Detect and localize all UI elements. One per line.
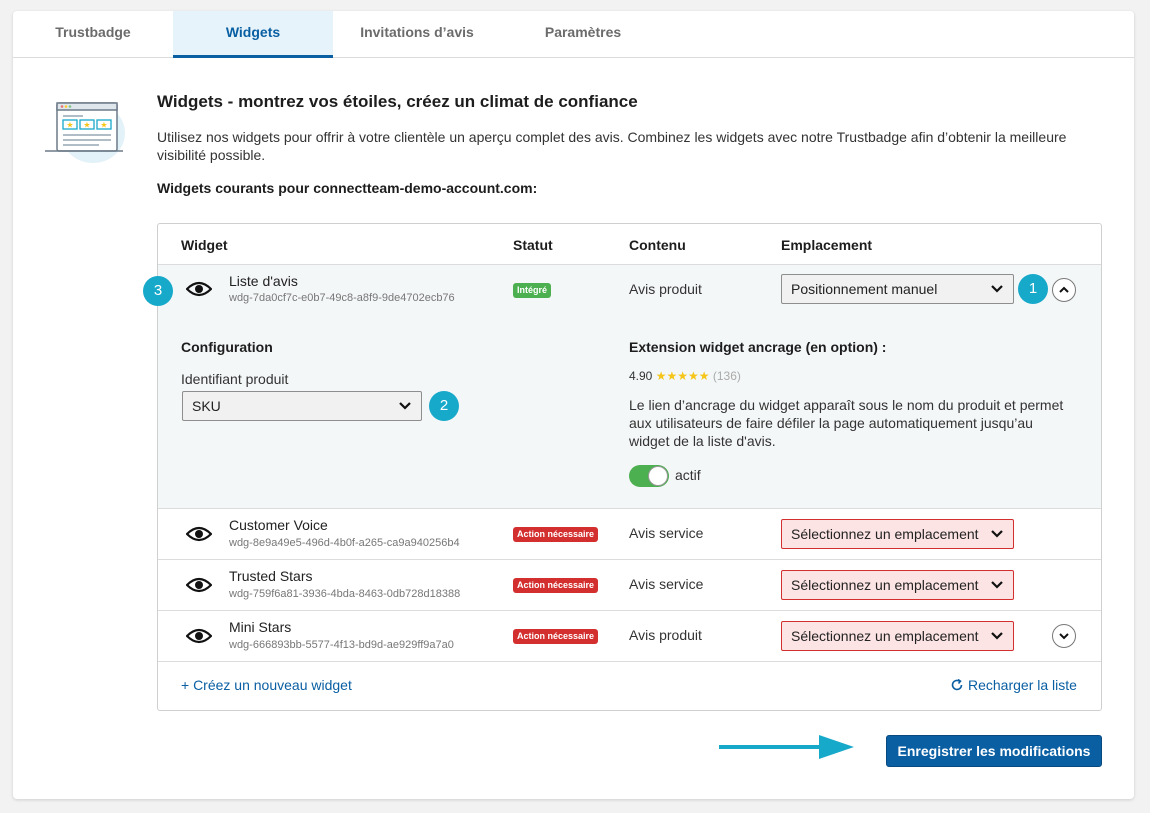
eye-icon[interactable] xyxy=(186,627,212,645)
product-id-select[interactable]: SKU xyxy=(182,391,422,421)
widgets-illustration: ★ ★ ★ xyxy=(45,102,125,163)
tab-bar: Trustbadge Widgets Invitations d’avis Pa… xyxy=(13,11,1134,58)
svg-text:★: ★ xyxy=(83,121,90,130)
tab-widgets[interactable]: Widgets xyxy=(173,11,333,58)
save-button[interactable]: Enregistrer les modifications xyxy=(886,735,1102,767)
page-title: Widgets - montrez vos étoiles, créez un … xyxy=(157,92,638,111)
placement-select[interactable]: Sélectionnez un emplacement xyxy=(781,570,1014,600)
widget-id: wdg-7da0cf7c-e0b7-49c8-a8f9-9de4702ecb76 xyxy=(229,292,455,304)
widget-content: Avis produit xyxy=(629,627,702,643)
create-widget-link[interactable]: + Créez un nouveau widget xyxy=(181,677,352,693)
reload-icon xyxy=(951,678,963,691)
status-badge: Action nécessaire xyxy=(513,527,599,542)
tab-trustbadge[interactable]: Trustbadge xyxy=(13,11,173,58)
svg-text:★: ★ xyxy=(66,121,73,130)
reload-list-label: Recharger la liste xyxy=(968,677,1077,693)
eye-icon[interactable] xyxy=(186,525,212,543)
column-header-contenu: Contenu xyxy=(629,237,686,253)
table-row: Mini Stars wdg-666893bb-5577-4f13-bd9d-a… xyxy=(158,611,1101,662)
chevron-down-icon xyxy=(991,530,1003,538)
toggle-label: actif xyxy=(675,467,701,483)
anchor-toggle[interactable] xyxy=(629,465,669,487)
current-widgets-label: Widgets courants pour connectteam-demo-a… xyxy=(157,180,538,196)
chevron-down-icon xyxy=(991,632,1003,640)
placement-select-value: Sélectionnez un emplacement xyxy=(791,526,979,542)
placement-select-value: Sélectionnez un emplacement xyxy=(791,577,979,593)
rating-count: (136) xyxy=(712,369,741,383)
widget-id: wdg-759f6a81-3936-4bda-8463-0db728d18388 xyxy=(229,588,461,600)
table-row: Trusted Stars wdg-759f6a81-3936-4bda-846… xyxy=(158,560,1101,611)
column-header-widget: Widget xyxy=(181,237,228,253)
svg-text:★: ★ xyxy=(100,121,107,130)
widget-name: Trusted Stars xyxy=(229,568,313,584)
chevron-down-icon xyxy=(399,402,411,410)
placement-select-value: Positionnement manuel xyxy=(791,281,938,297)
rating-value: 4.90 xyxy=(629,369,653,383)
config-heading: Configuration xyxy=(181,339,273,355)
status-badge: Action nécessaire xyxy=(513,629,599,644)
tab-parametres[interactable]: Paramètres xyxy=(501,11,665,58)
status-badge: Intégré xyxy=(513,283,552,298)
main-card: Trustbadge Widgets Invitations d’avis Pa… xyxy=(13,11,1134,799)
step-marker-2: 2 xyxy=(429,391,459,421)
chevron-up-icon xyxy=(1059,286,1069,293)
placement-select[interactable]: Positionnement manuel xyxy=(781,274,1014,304)
column-header-statut: Statut xyxy=(513,237,553,253)
widget-name: Liste d'avis xyxy=(229,273,298,289)
rating-preview: 4.90 ★★★★★ (136) xyxy=(629,369,741,383)
widgets-table: Widget Statut Contenu Emplacement 3 List… xyxy=(143,223,1102,711)
arrow-right-icon xyxy=(719,735,854,759)
product-id-value: SKU xyxy=(192,398,221,414)
table-row-expanded: 3 Liste d'avis wdg-7da0cf7c-e0b7-49c8-a8… xyxy=(143,264,1101,509)
column-header-emplacement: Emplacement xyxy=(781,237,873,253)
eye-icon[interactable] xyxy=(186,576,212,594)
widget-content: Avis service xyxy=(629,525,704,541)
reload-list-link[interactable]: Recharger la liste xyxy=(950,677,1077,693)
page-description: Utilisez nos widgets pour offrir à votre… xyxy=(157,129,1067,163)
table-row: Customer Voice wdg-8e9a49e5-496d-4b0f-a2… xyxy=(158,509,1101,560)
tab-invitations[interactable]: Invitations d’avis xyxy=(333,11,501,58)
rating-stars: ★★★★★ xyxy=(655,369,710,383)
step-marker-3: 3 xyxy=(143,276,173,306)
status-badge: Action nécessaire xyxy=(513,578,599,593)
widget-id: wdg-8e9a49e5-496d-4b0f-a265-ca9a940256b4 xyxy=(229,537,460,549)
extension-heading: Extension widget ancrage (en option) : xyxy=(629,339,887,355)
chevron-down-icon xyxy=(1059,633,1069,640)
widget-name: Mini Stars xyxy=(229,619,292,635)
chevron-down-icon xyxy=(991,285,1003,293)
collapse-button[interactable] xyxy=(1052,278,1076,302)
eye-icon[interactable] xyxy=(186,280,212,298)
step-marker-1: 1 xyxy=(1018,274,1048,304)
widget-name: Customer Voice xyxy=(229,517,328,533)
widget-content: Avis produit xyxy=(629,281,702,297)
toggle-knob xyxy=(648,466,668,486)
chevron-down-icon xyxy=(991,581,1003,589)
widget-id: wdg-666893bb-5577-4f13-bd9d-ae929ff9a7a0 xyxy=(229,639,454,651)
placement-select-value: Sélectionnez un emplacement xyxy=(791,628,979,644)
expand-button[interactable] xyxy=(1052,624,1076,648)
widget-content: Avis service xyxy=(629,576,704,592)
placement-select[interactable]: Sélectionnez un emplacement xyxy=(781,519,1014,549)
placement-select[interactable]: Sélectionnez un emplacement xyxy=(781,621,1014,651)
product-id-label: Identifiant produit xyxy=(181,371,289,387)
extension-description: Le lien d’ancrage du widget apparaît sou… xyxy=(629,397,1064,449)
